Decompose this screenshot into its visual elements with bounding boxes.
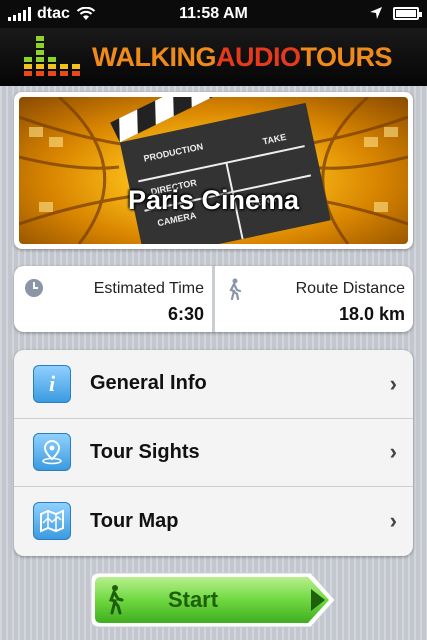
menu-item-tour-sights[interactable]: Tour Sights › [14, 419, 413, 488]
tour-title: Paris Cinema [127, 185, 300, 215]
logo-word-walking: WALKING [92, 42, 217, 72]
logo-word-tours: TOURS [300, 42, 393, 72]
chevron-right-icon: › [389, 508, 397, 534]
chevron-right-icon: › [389, 439, 397, 465]
walking-person-icon [229, 278, 242, 300]
menu-item-general-info[interactable]: i General Info › [14, 350, 413, 419]
battery-icon [393, 6, 422, 20]
route-distance-label: Route Distance [295, 280, 405, 297]
estimated-time-stat: Estimated Time 6:30 [14, 266, 212, 332]
tour-banner: PRODUCTION DIRECTOR CAMERA TAKE SCENE Pa… [14, 92, 413, 249]
chevron-right-icon: › [389, 370, 397, 396]
tour-stats-panel: Estimated Time 6:30 Route Distance 18.0 … [14, 266, 413, 332]
film-reel-background: PRODUCTION DIRECTOR CAMERA TAKE SCENE [19, 97, 408, 244]
menu-item-label: Tour Sights [90, 440, 200, 463]
location-arrow-icon [370, 7, 382, 19]
route-distance-stat: Route Distance 18.0 km [212, 266, 413, 332]
route-distance-value: 18.0 km [338, 304, 405, 324]
clock-icon [25, 279, 43, 297]
menu-item-label: General Info [90, 372, 207, 395]
info-icon: i [33, 364, 71, 403]
app-logo-text: WALKINGAUDIOTOURS [92, 42, 393, 73]
start-button[interactable]: Start [89, 571, 337, 629]
banner-image: PRODUCTION DIRECTOR CAMERA TAKE SCENE Pa… [19, 97, 408, 244]
menu-item-label: Tour Map [90, 509, 179, 532]
status-time: 11:58 AM [179, 5, 248, 22]
estimated-time-label: Estimated Time [93, 280, 204, 297]
status-right [369, 6, 422, 20]
clapperboard-icon: PRODUCTION DIRECTOR CAMERA TAKE SCENE [110, 97, 331, 244]
equalizer-logo-icon [24, 36, 80, 76]
map-icon [33, 502, 71, 541]
estimated-time-value: 6:30 [167, 304, 204, 324]
start-button-label: Start [167, 587, 219, 612]
tour-menu: i General Info › Tour Sights › Tour Map … [14, 350, 413, 556]
status-bar: dtac 11:58 AM [0, 0, 427, 28]
location-pin-icon [33, 433, 71, 472]
menu-item-tour-map[interactable]: Tour Map › [14, 487, 413, 556]
app-header: WALKINGAUDIOTOURS [0, 28, 427, 86]
logo-word-audio: AUDIO [216, 42, 301, 72]
